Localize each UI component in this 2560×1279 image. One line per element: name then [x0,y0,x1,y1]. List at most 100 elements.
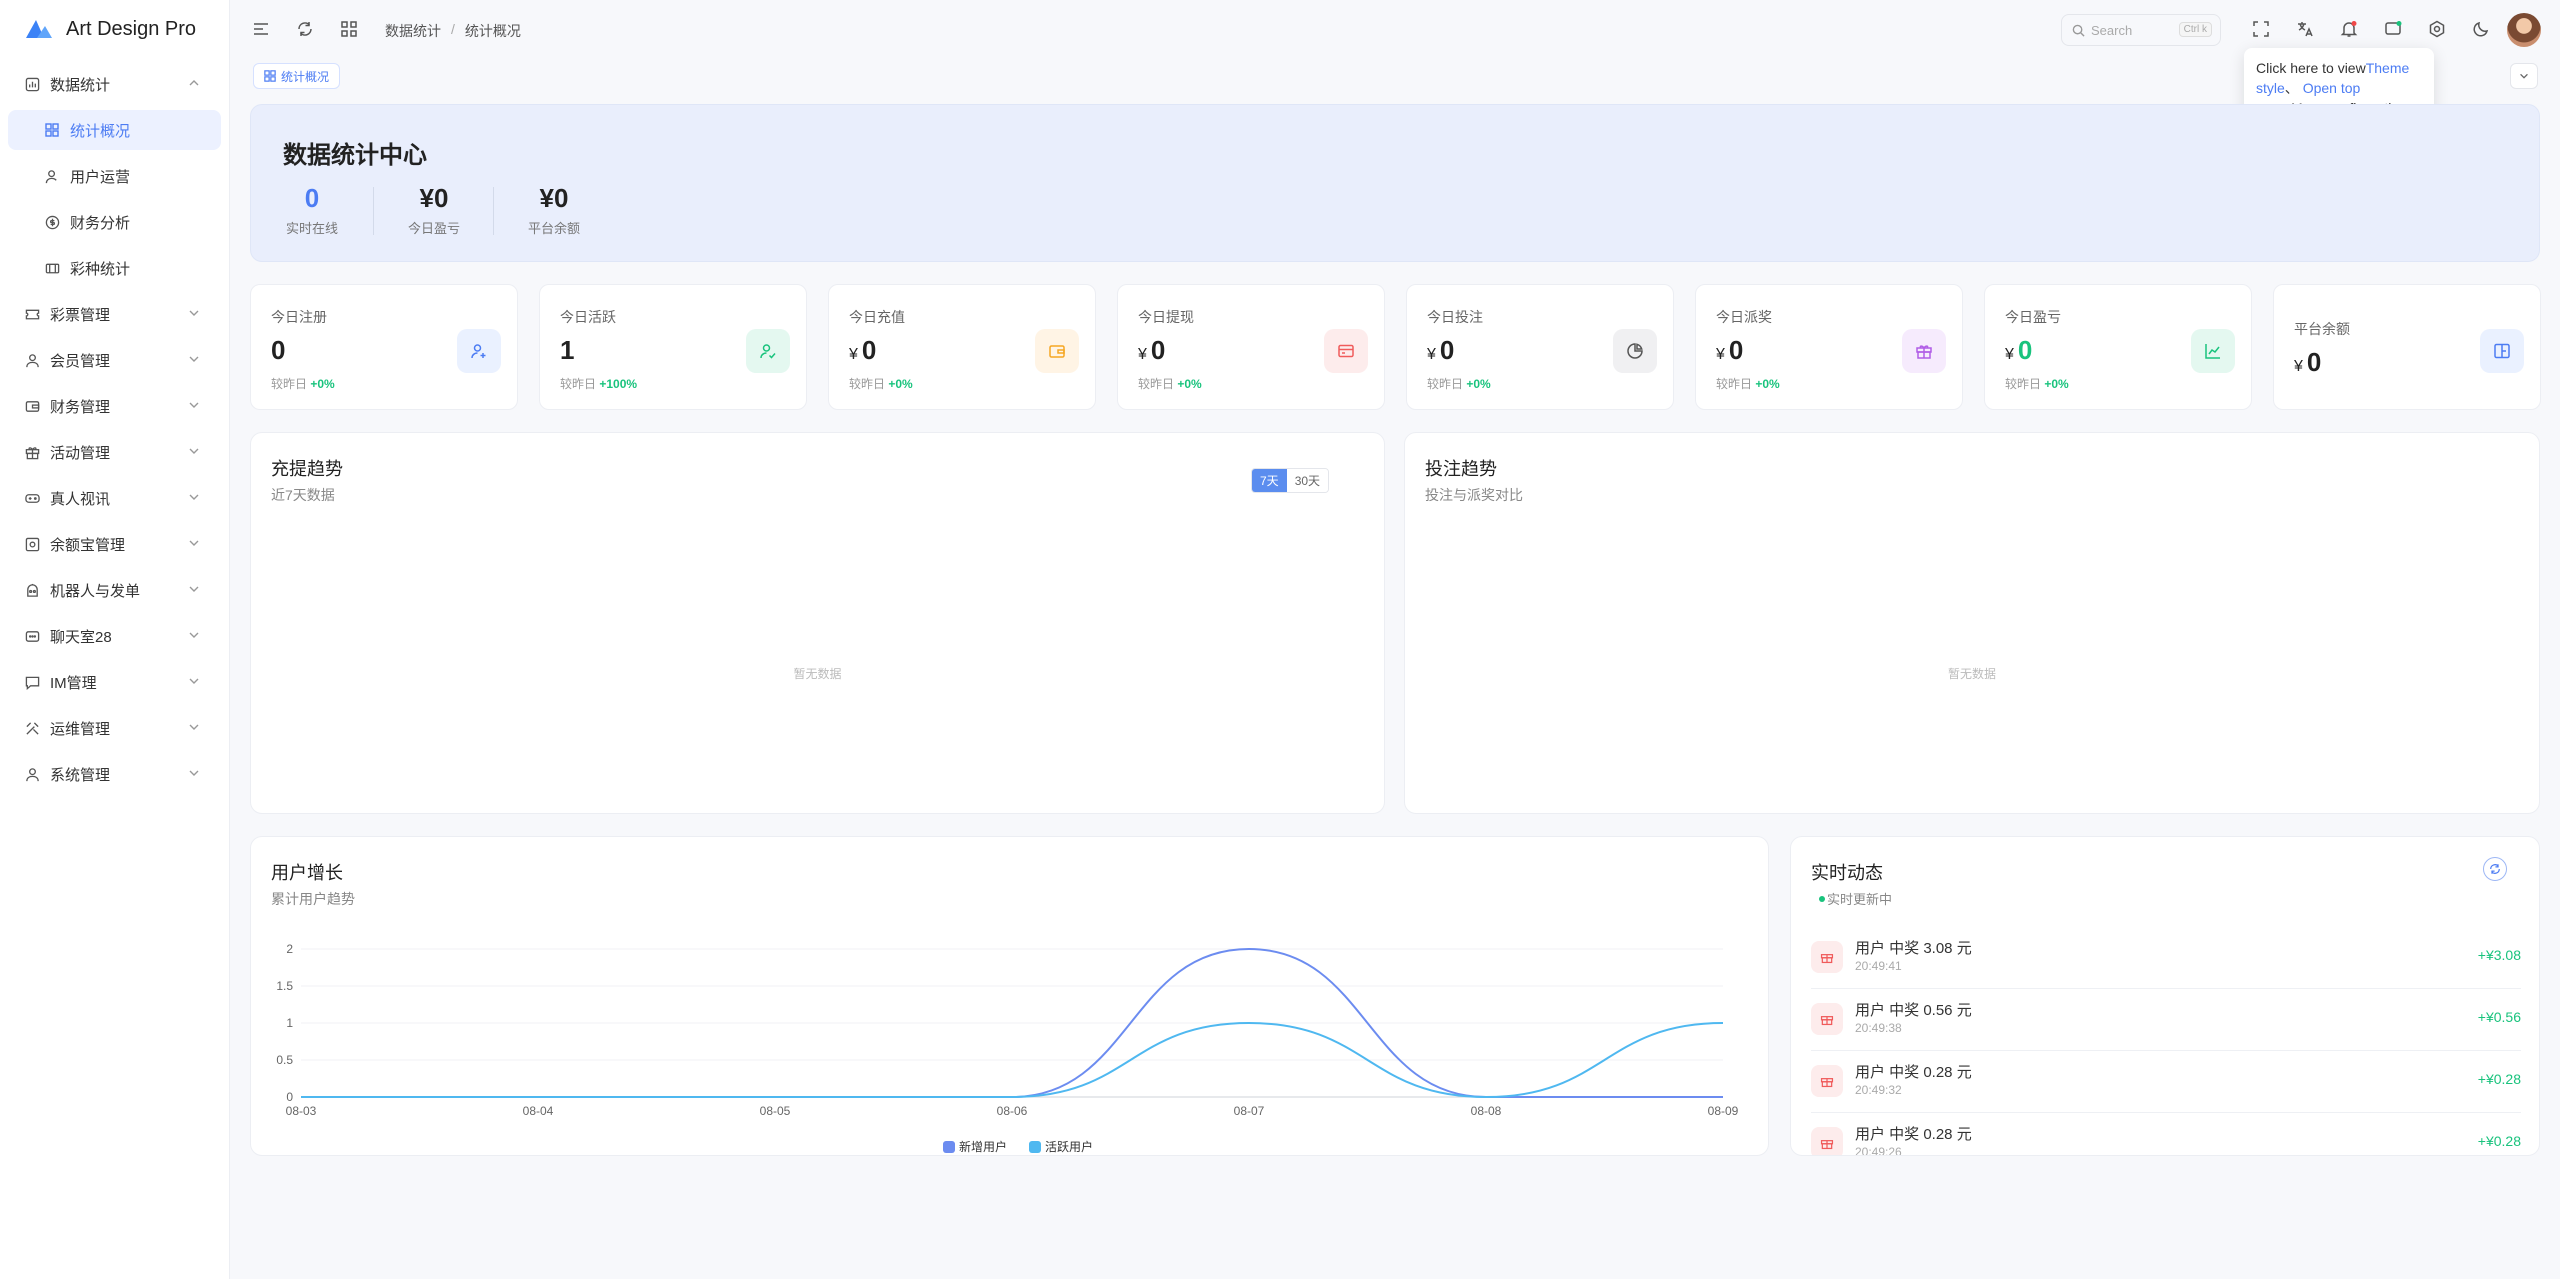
breadcrumb-separator: / [451,21,455,37]
sidebar-item-member-mgmt[interactable]: 会员管理 [8,340,221,380]
legend-swatch [943,1141,955,1153]
sidebar-item-label: 余额宝管理 [50,536,126,554]
x-tick-label: 08-05 [760,1104,791,1118]
refresh-icon[interactable] [2483,857,2507,881]
ticket-icon [24,306,40,322]
chevron-down-icon [189,724,199,730]
sidebar-item-ops-mgmt[interactable]: 运维管理 [8,708,221,748]
stat-compare-label: 较昨日 [2005,377,2042,391]
sidebar-item-chatroom[interactable]: 聊天室28 [8,616,221,656]
search-input[interactable]: Search Ctrl k [2061,14,2221,46]
tab-overview[interactable]: 统计概况 [253,63,341,89]
activity-text: 用户 中奖 0.28 元 [1855,1064,1972,1081]
stat-value: ¥0 [2294,347,2321,378]
stat-value-number: 0 [271,335,286,365]
hero-stat-value: ¥0 [539,183,569,213]
stat-value-number: 0 [2306,347,2322,377]
sidebar-item-data-stats[interactable]: 数据统计 [8,64,221,104]
refresh-icon[interactable] [295,19,315,39]
stats-hero: 数据统计中心 0 实时在线 ¥0 今日盈亏 ¥0 平台余额 [250,104,2540,262]
logo[interactable]: Art Design Pro [0,0,229,58]
top-header: 数据统计 / 统计概况 Search Ctrl k [231,0,2560,58]
activity-text: 用户 中奖 0.56 元 [1855,1002,1972,1019]
sidebar-item-label: 聊天室28 [50,628,112,646]
sidebar-item-im-mgmt[interactable]: IM管理 [8,662,221,702]
chat-icon[interactable] [2383,19,2403,39]
x-tick-label: 08-03 [286,1104,317,1118]
stat-card-withdraw: 今日提现 ¥0 较昨日 +0% [1117,284,1385,410]
stat-compare: 较昨日 +0% [1716,375,1780,392]
stat-title: 今日活跃 [560,309,616,325]
sidebar-item-live-video[interactable]: 真人视讯 [8,478,221,518]
stat-value: ¥0 [1427,335,1454,366]
empty-state: 暂无数据 [1947,667,1996,681]
chevron-down-icon [189,632,199,638]
y-tick-label: 2 [286,942,293,956]
stat-compare-label: 较昨日 [849,377,886,391]
user-growth-chart: 0 0.5 1 1.5 2 08-03 08-04 08-05 08-06 08-07 08-08 0… [276,942,1738,1154]
search-shortcut: Ctrl k [2178,22,2212,37]
sidebar-item-yuebao-mgmt[interactable]: 余额宝管理 [8,524,221,564]
sidebar-item-overview[interactable]: 统计概况 [8,110,221,150]
bell-icon[interactable] [2339,19,2359,39]
search-icon [2072,24,2085,37]
sidebar-item-user-ops[interactable]: 用户运营 [8,156,221,196]
activity-text: 用户 中奖 0.28 元 [1855,1126,1972,1143]
sidebar-item-label: IM管理 [50,674,97,692]
user-add-icon [457,329,501,373]
stat-card-active: 今日活跃 1 较昨日 +100% [539,284,807,410]
hero-stat-online: 0 实时在线 [283,183,341,237]
sidebar-item-label: 财务管理 [50,398,111,416]
breadcrumb: 数据统计 / 统计概况 [385,21,521,41]
hero-stat-label: 今日盈亏 [407,221,460,236]
range-7d-button[interactable]: 7天 [1252,469,1287,492]
chevron-down-icon [2520,73,2528,79]
tooltip-text: Click here to view [2256,60,2366,76]
divider [493,187,494,235]
stat-card-payout: 今日派奖 ¥0 较昨日 +0% [1695,284,1963,410]
sidebar-item-system-mgmt[interactable]: 系统管理 [8,754,221,794]
stat-title: 今日提现 [1138,309,1194,325]
y-tick-label: 0.5 [276,1053,293,1067]
stat-change: +0% [1755,377,1780,391]
stat-compare-label: 较昨日 [1138,377,1175,391]
tab-dropdown-button[interactable] [2510,63,2538,89]
activity-item: 用户 中奖 0.56 元 20:49:38 +¥0.56 [1811,995,2521,1051]
wallet-icon [1035,329,1079,373]
legend-label: 新增用户 [959,1139,1007,1154]
stat-title: 今日盈亏 [2005,309,2061,325]
stat-change: +0% [1177,377,1202,391]
legend-swatch [1029,1141,1041,1153]
stat-compare-label: 较昨日 [271,377,308,391]
pie-icon [1613,329,1657,373]
translate-icon[interactable] [2295,19,2315,39]
stat-title: 今日投注 [1427,309,1483,325]
sidebar-item-activity-mgmt[interactable]: 活动管理 [8,432,221,472]
sidebar-item-robot[interactable]: 机器人与发单 [8,570,221,610]
stat-value-number: 0 [1439,335,1455,365]
coin-icon [44,214,60,230]
sidebar-item-lottery-stats[interactable]: 彩种统计 [8,248,221,288]
chevron-down-icon [189,448,199,454]
sidebar-item-lottery-mgmt[interactable]: 彩票管理 [8,294,221,334]
fullscreen-icon[interactable] [2251,19,2271,39]
apps-grid-icon[interactable] [339,19,359,39]
sidebar-item-finance-mgmt[interactable]: 财务管理 [8,386,221,426]
sidebar-item-label: 真人视讯 [50,490,111,508]
settings-gear-icon[interactable] [2427,19,2447,39]
tab-label: 统计概况 [281,69,330,84]
empty-state: 暂无数据 [793,667,842,681]
moon-icon[interactable] [2471,19,2491,39]
range-30d-button[interactable]: 30天 [1286,469,1329,492]
hero-stat-label: 平台余额 [527,221,580,236]
breadcrumb-item[interactable]: 数据统计 [385,21,441,41]
sidebar-item-label: 统计概况 [70,122,131,140]
sidebar-item-finance-analysis[interactable]: 财务分析 [8,202,221,242]
activity-time: 20:49:26 [1855,1145,1902,1156]
ticket-icon [44,260,60,276]
avatar[interactable] [2507,13,2541,47]
activity-item: 用户 中奖 0.28 元 20:49:26 +¥0.28 [1811,1119,2521,1156]
stat-compare: 较昨日 +0% [1138,375,1202,392]
gift-icon [1902,329,1946,373]
menu-toggle-icon[interactable] [251,19,271,39]
